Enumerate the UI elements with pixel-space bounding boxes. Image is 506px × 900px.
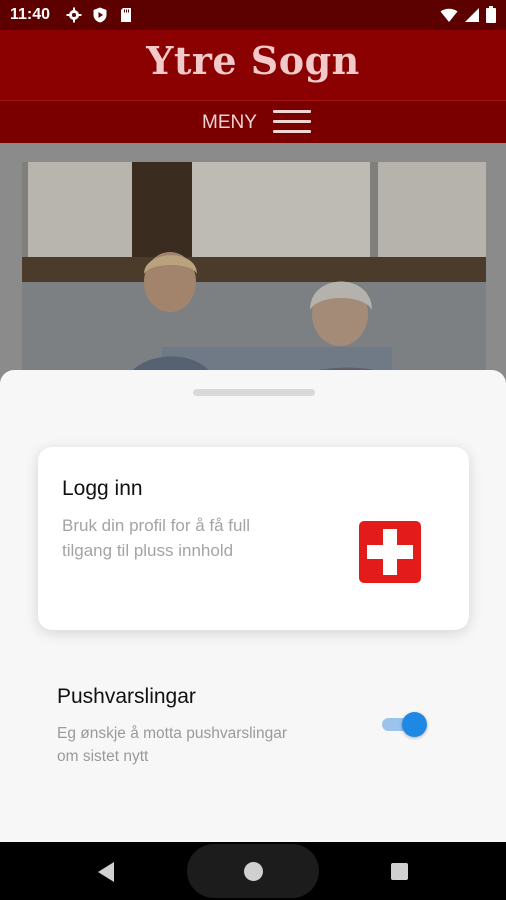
- sheet-drag-handle[interactable]: [193, 389, 315, 396]
- site-logo[interactable]: Ytre Sogn: [0, 38, 506, 83]
- push-title: Pushvarslingar: [57, 685, 196, 708]
- battery-icon: [486, 6, 496, 23]
- bottom-sheet: Logg inn Bruk din profil for å få full t…: [0, 370, 506, 842]
- sd-card-icon: [121, 8, 131, 22]
- push-toggle[interactable]: [382, 711, 428, 737]
- gear-icon: [66, 7, 82, 23]
- menu-label[interactable]: MENY: [202, 112, 257, 134]
- login-description: Bruk din profil for å få full tilgang ti…: [62, 516, 251, 560]
- back-icon[interactable]: [98, 862, 116, 882]
- site-header: Ytre Sogn: [0, 30, 506, 100]
- hamburger-icon[interactable]: [273, 110, 313, 134]
- photo-illustration: [22, 162, 486, 392]
- push-description: Eg ønskje å motta pushvarslingar om sist…: [57, 725, 288, 765]
- status-time: 11:40: [10, 6, 51, 23]
- home-icon[interactable]: [244, 862, 263, 881]
- red-cross-icon: [359, 521, 421, 583]
- toggle-thumb: [402, 712, 427, 737]
- status-icons-left: [66, 7, 134, 23]
- recents-icon[interactable]: [391, 863, 408, 880]
- article-photo[interactable]: [22, 162, 486, 392]
- login-card[interactable]: Logg inn Bruk din profil for å få full t…: [38, 447, 469, 630]
- system-nav-bar: [0, 842, 506, 900]
- signal-icon: [465, 7, 479, 22]
- status-bar: 11:40: [0, 0, 506, 30]
- login-title: Logg inn: [62, 477, 143, 500]
- status-icons-right: [440, 6, 496, 23]
- article-area: [0, 143, 506, 393]
- wifi-icon: [440, 8, 458, 22]
- shield-play-icon: [93, 7, 107, 23]
- menu-bar[interactable]: MENY: [0, 100, 506, 144]
